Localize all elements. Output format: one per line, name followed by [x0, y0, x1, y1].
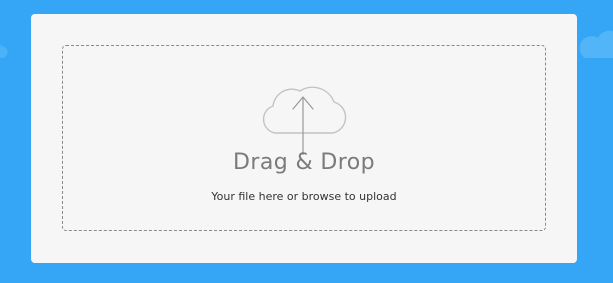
background-cloud-icon-right [579, 30, 613, 58]
dropzone-title: Drag & Drop [233, 150, 375, 175]
dropzone-subtitle[interactable]: Your file here or browse to upload [63, 190, 545, 204]
background-cloud-icon-left [0, 43, 8, 58]
file-dropzone[interactable]: Drag & Drop Your file here or browse to … [62, 45, 546, 231]
cloud-upload-icon [262, 86, 347, 155]
upload-card: Drag & Drop Your file here or browse to … [31, 14, 577, 263]
